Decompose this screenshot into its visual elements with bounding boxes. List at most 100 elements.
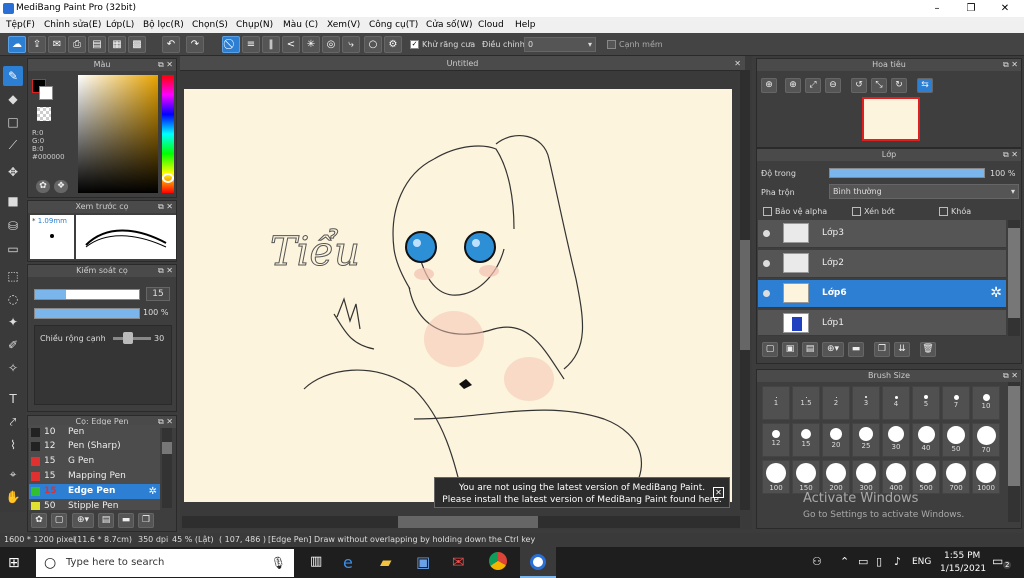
transparent-swatch[interactable]	[37, 107, 51, 121]
eyedropper-icon[interactable]: ⌖	[3, 464, 23, 484]
brush-size-cell[interactable]: 2	[822, 386, 850, 420]
scroll-thumb[interactable]	[1008, 386, 1020, 486]
circle-snap-icon[interactable]: ○	[364, 36, 382, 53]
menu-help[interactable]: Help	[515, 20, 536, 30]
gear-icon[interactable]: ✲	[149, 484, 157, 499]
chevron-up-icon[interactable]: ⌃	[840, 555, 849, 568]
network-icon[interactable]: ▭	[858, 555, 868, 568]
brush-size-scrollbar[interactable]	[1008, 382, 1020, 522]
brush-size-cell[interactable]: 1	[762, 386, 790, 420]
brush-item[interactable]: 50 Stipple Pen	[29, 499, 160, 510]
task-view-icon[interactable]: ▥	[310, 554, 322, 569]
divide-tool-icon[interactable]: ⌇	[3, 435, 23, 455]
canvas-horizontal-scrollbar[interactable]	[182, 516, 740, 528]
fill-rect-tool-icon[interactable]: ■	[3, 191, 23, 211]
brush-item[interactable]: 10 Pen	[29, 425, 160, 440]
brush-size-cell[interactable]: 400	[882, 460, 910, 494]
vertical-snap-icon[interactable]: ‖	[262, 36, 280, 53]
brush-add-dropdown-icon[interactable]: ⊕▾	[72, 513, 94, 528]
panel-icon[interactable]: ▦	[108, 36, 126, 53]
menu-tools[interactable]: Công cụ(T)	[369, 20, 418, 30]
close-icon[interactable]: ✕	[713, 487, 724, 498]
taskbar-search[interactable]: ○ Type here to search 🎙	[36, 549, 294, 577]
scroll-thumb[interactable]	[162, 442, 172, 454]
brush-size-cell[interactable]: 50	[942, 423, 970, 457]
brush-item[interactable]: 15 G Pen	[29, 454, 160, 469]
edge-browser-icon[interactable]: e	[343, 553, 353, 572]
close-button[interactable]: ✕	[988, 0, 1022, 17]
scroll-thumb[interactable]	[740, 240, 750, 350]
brush-item[interactable]: 15 Mapping Pen	[29, 469, 160, 484]
add-brush-icon[interactable]: ✿	[31, 513, 47, 528]
file-explorer-icon[interactable]: ▰	[380, 553, 392, 571]
brush-tool-icon[interactable]: ✎	[3, 66, 23, 86]
zoom-in-icon[interactable]: ⊕	[761, 78, 777, 93]
store-icon[interactable]: ▣	[416, 553, 430, 571]
fit-icon[interactable]: ⤢	[805, 78, 821, 93]
saturation-value-picker[interactable]	[78, 75, 158, 193]
adjust-dropdown[interactable]: 0 ▾	[524, 37, 596, 52]
brush-size-cell[interactable]: 500	[912, 460, 940, 494]
medibang-taskbar-button[interactable]	[520, 547, 556, 578]
flip-icon[interactable]: ⇆	[917, 78, 933, 93]
clock-time[interactable]: 1:55 PM	[944, 551, 980, 561]
rotate-right-icon[interactable]: ↻	[891, 78, 907, 93]
drawing-canvas[interactable]: Tiểu	[184, 89, 732, 503]
brush-size-cell[interactable]: 1000	[972, 460, 1000, 494]
battery-icon[interactable]: ▯	[876, 555, 882, 568]
menu-color[interactable]: Màu (C)	[283, 20, 318, 30]
scroll-thumb[interactable]	[1008, 228, 1020, 318]
maximize-button[interactable]: ❐	[954, 0, 988, 17]
export-icon[interactable]: ⎙	[68, 36, 86, 53]
antialias-checkbox[interactable]: ✓	[410, 40, 419, 49]
brush-size-cell[interactable]: 30	[882, 423, 910, 457]
brush-item[interactable]: 12 Pen (Sharp)	[29, 439, 160, 454]
brush-size-cell[interactable]: 300	[852, 460, 880, 494]
select-tool-icon[interactable]: ⬚	[3, 266, 23, 286]
magic-wand-icon[interactable]: ✦	[3, 312, 23, 332]
select-pen-icon[interactable]: ✐	[3, 335, 23, 355]
select-eraser-icon[interactable]: ✧	[3, 358, 23, 378]
mail-icon[interactable]: ✉	[452, 553, 465, 571]
canvas-tab[interactable]: Untitled ✕	[180, 56, 745, 71]
perspective-snap-icon[interactable]: <	[282, 36, 300, 53]
panel-close-icon[interactable]: ⧉ ✕	[158, 265, 173, 277]
new-brush-icon[interactable]: ▢	[51, 513, 67, 528]
duplicate-layer-icon[interactable]: ❐	[874, 342, 890, 357]
radial-snap-icon[interactable]: ✳	[302, 36, 320, 53]
brush-size-cell[interactable]: 700	[942, 460, 970, 494]
brush-size-cell[interactable]: 3	[852, 386, 880, 420]
layer-scrollbar[interactable]	[1008, 220, 1020, 336]
panel-close-icon[interactable]: ⧉ ✕	[158, 201, 173, 213]
eraser-tool-icon[interactable]: ◆	[3, 89, 23, 109]
brush-size-cell[interactable]: 100	[762, 460, 790, 494]
layer-row[interactable]: Lớp1	[758, 310, 1006, 336]
brush-settings-icon[interactable]: ▤	[98, 513, 114, 528]
canvas-vertical-scrollbar[interactable]	[740, 70, 750, 510]
brush-size-cell[interactable]: 15	[792, 423, 820, 457]
concentric-snap-icon[interactable]: ◎	[322, 36, 340, 53]
menu-edit[interactable]: Chỉnh sửa(E)	[44, 20, 101, 30]
minimize-button[interactable]: –	[920, 0, 954, 17]
menu-window[interactable]: Cửa số(W)	[426, 20, 472, 30]
zoom-out-icon[interactable]: ⊖	[825, 78, 841, 93]
menu-view[interactable]: Xem(V)	[327, 20, 360, 30]
update-notification[interactable]: You are not using the latest version of …	[434, 477, 730, 508]
brush-size-cell[interactable]: 20	[822, 423, 850, 457]
brush-size-cell[interactable]: 7	[942, 386, 970, 420]
new-layer-icon[interactable]: ▢	[762, 342, 778, 357]
brush-size-cell[interactable]: 150	[792, 460, 820, 494]
layer-row[interactable]: Lớp3	[758, 220, 1006, 248]
layer-opacity-slider[interactable]	[829, 168, 985, 178]
layer-row-selected[interactable]: Lớp6 ✲	[758, 280, 1006, 308]
new-8bit-layer-icon[interactable]: ▤	[802, 342, 818, 357]
menu-select[interactable]: Chọn(S)	[192, 20, 228, 30]
lasso-tool-icon[interactable]: ◌	[3, 289, 23, 309]
gear-icon[interactable]: ✲	[990, 285, 1002, 301]
fit-screen-icon[interactable]: ⤡	[871, 78, 887, 93]
color-history-icon[interactable]: ❖	[54, 180, 68, 193]
protect-alpha-checkbox[interactable]	[763, 207, 772, 216]
snap-off-icon[interactable]: ⃠	[222, 36, 240, 53]
undo-icon[interactable]: ↶	[162, 36, 180, 53]
page-icon[interactable]: ▤	[88, 36, 106, 53]
